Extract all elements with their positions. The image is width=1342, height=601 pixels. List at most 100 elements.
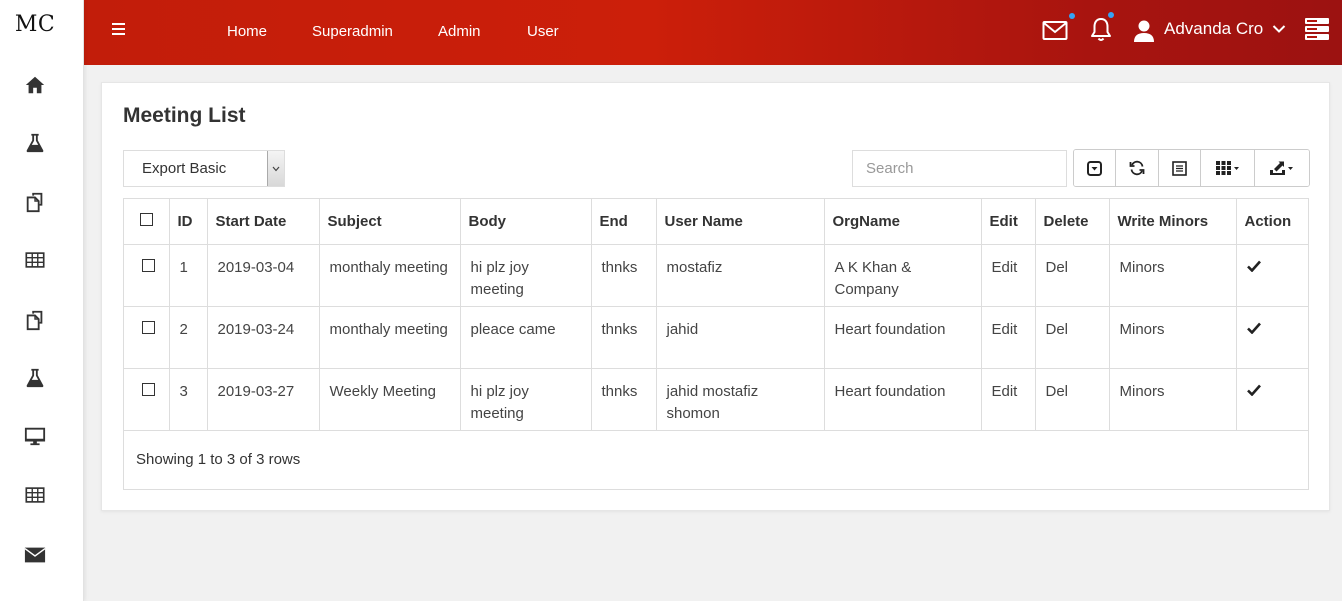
write-minors-link[interactable]: Minors: [1109, 368, 1237, 431]
columns-button[interactable]: [1201, 150, 1255, 186]
select-all-checkbox[interactable]: [140, 212, 153, 226]
menu-toggle-icon[interactable]: [112, 23, 128, 41]
cell-end: thnks: [591, 244, 657, 307]
column-header-action[interactable]: Action: [1236, 199, 1309, 245]
column-header-id[interactable]: ID: [169, 199, 208, 245]
cell-user-name: jahid: [656, 306, 825, 369]
cell-subject: monthaly meeting: [319, 244, 461, 307]
cell-orgname: A K Khan & Company: [824, 244, 982, 307]
row-checkbox[interactable]: [142, 320, 155, 334]
column-header-body[interactable]: Body: [460, 199, 592, 245]
column-header-user-name[interactable]: User Name: [656, 199, 825, 245]
chevron-down-icon: [1272, 25, 1286, 33]
edit-link[interactable]: Edit: [981, 244, 1036, 307]
columns-grid-icon: [1215, 161, 1239, 175]
table-header-row: ID Start Date Subject Body End User Name…: [124, 199, 1309, 245]
table-row: 2 2019-03-24 monthaly meeting pleace cam…: [124, 306, 1309, 369]
nav-user[interactable]: User: [527, 23, 559, 40]
table-row: 1 2019-03-04 monthaly meeting hi plz joy…: [124, 244, 1309, 307]
nav-admin[interactable]: Admin: [438, 23, 481, 40]
caret-square-down-icon: [1087, 160, 1102, 176]
row-checkbox[interactable]: [142, 258, 155, 272]
meeting-table: ID Start Date Subject Body End User Name…: [124, 199, 1309, 431]
cell-start-date: 2019-03-27: [207, 368, 320, 431]
delete-link[interactable]: Del: [1035, 368, 1110, 431]
delete-link[interactable]: Del: [1035, 244, 1110, 307]
cell-id: 1: [169, 244, 208, 307]
cell-body: hi plz joy meeting: [460, 244, 592, 307]
export-select[interactable]: Export Basic: [123, 150, 285, 187]
cell-id: 2: [169, 306, 208, 369]
table-icon[interactable]: [20, 247, 50, 273]
action-cell[interactable]: [1236, 306, 1309, 369]
delete-link[interactable]: Del: [1035, 306, 1110, 369]
table-toolbar: [1073, 149, 1310, 187]
bell-icon[interactable]: [1089, 16, 1113, 48]
flask-icon[interactable]: [20, 365, 50, 391]
home-icon[interactable]: [20, 72, 50, 98]
write-minors-link[interactable]: Minors: [1109, 306, 1237, 369]
edit-link[interactable]: Edit: [981, 368, 1036, 431]
search-input[interactable]: [852, 150, 1067, 187]
cell-id: 3: [169, 368, 208, 431]
nav-home[interactable]: Home: [227, 23, 267, 40]
flask-icon[interactable]: [20, 130, 50, 156]
cell-end: thnks: [591, 368, 657, 431]
server-menu-icon[interactable]: [1304, 17, 1330, 45]
sidebar: MC: [0, 0, 84, 601]
copy-icon[interactable]: [20, 189, 50, 215]
check-icon: [1246, 260, 1261, 272]
cell-body: hi plz joy meeting: [460, 368, 592, 431]
cell-orgname: Heart foundation: [824, 306, 982, 369]
cell-subject: monthaly meeting: [319, 306, 461, 369]
cell-start-date: 2019-03-24: [207, 306, 320, 369]
chevron-down-icon: [267, 151, 284, 186]
mail-icon[interactable]: [1042, 19, 1068, 47]
check-icon: [1246, 322, 1261, 334]
column-header-edit[interactable]: Edit: [981, 199, 1036, 245]
edit-link[interactable]: Edit: [981, 306, 1036, 369]
monitor-icon[interactable]: [20, 423, 50, 449]
cell-end: thnks: [591, 306, 657, 369]
column-header-delete[interactable]: Delete: [1035, 199, 1110, 245]
page-title: Meeting List: [123, 104, 246, 127]
user-menu[interactable]: Advanda Cro: [1164, 19, 1286, 39]
column-header-orgname[interactable]: OrgName: [824, 199, 982, 245]
meeting-list-card: Meeting List Export Basic Search ID Star…: [101, 82, 1330, 511]
export-button[interactable]: [1255, 150, 1309, 186]
user-name: Advanda Cro: [1164, 19, 1264, 38]
refresh-button[interactable]: [1116, 150, 1159, 186]
cell-body: pleace came: [460, 306, 592, 369]
user-icon[interactable]: [1133, 19, 1155, 47]
notification-badge: [1108, 12, 1114, 18]
envelope-icon[interactable]: [20, 542, 50, 568]
cell-start-date: 2019-03-04: [207, 244, 320, 307]
refresh-icon: [1129, 160, 1145, 176]
top-navbar: Home Superadmin Admin User Advanda Cro: [84, 0, 1342, 65]
table-row: 3 2019-03-27 Weekly Meeting hi plz joy m…: [124, 368, 1309, 431]
table-icon[interactable]: [20, 482, 50, 508]
nav-superadmin[interactable]: Superadmin: [312, 23, 393, 40]
column-header-write-minors[interactable]: Write Minors: [1109, 199, 1237, 245]
cell-subject: Weekly Meeting: [319, 368, 461, 431]
mail-badge: [1069, 13, 1075, 19]
column-header-end[interactable]: End: [591, 199, 657, 245]
action-cell[interactable]: [1236, 244, 1309, 307]
list-view-icon: [1172, 160, 1187, 176]
export-select-value: Export Basic: [142, 160, 227, 177]
toggle-view-button[interactable]: [1159, 150, 1201, 186]
write-minors-link[interactable]: Minors: [1109, 244, 1237, 307]
cell-orgname: Heart foundation: [824, 368, 982, 431]
logo: MC: [14, 12, 56, 37]
action-cell[interactable]: [1236, 368, 1309, 431]
pagination-info: Showing 1 to 3 of 3 rows: [136, 451, 301, 468]
column-header-start-date[interactable]: Start Date: [207, 199, 320, 245]
check-icon: [1246, 384, 1261, 396]
export-icon: [1270, 161, 1293, 175]
meeting-table-container: ID Start Date Subject Body End User Name…: [123, 198, 1309, 490]
column-header-subject[interactable]: Subject: [319, 199, 461, 245]
cell-user-name: mostafiz: [656, 244, 825, 307]
copy-icon[interactable]: [20, 307, 50, 333]
row-checkbox[interactable]: [142, 382, 155, 396]
toggle-pagination-button[interactable]: [1074, 150, 1116, 186]
